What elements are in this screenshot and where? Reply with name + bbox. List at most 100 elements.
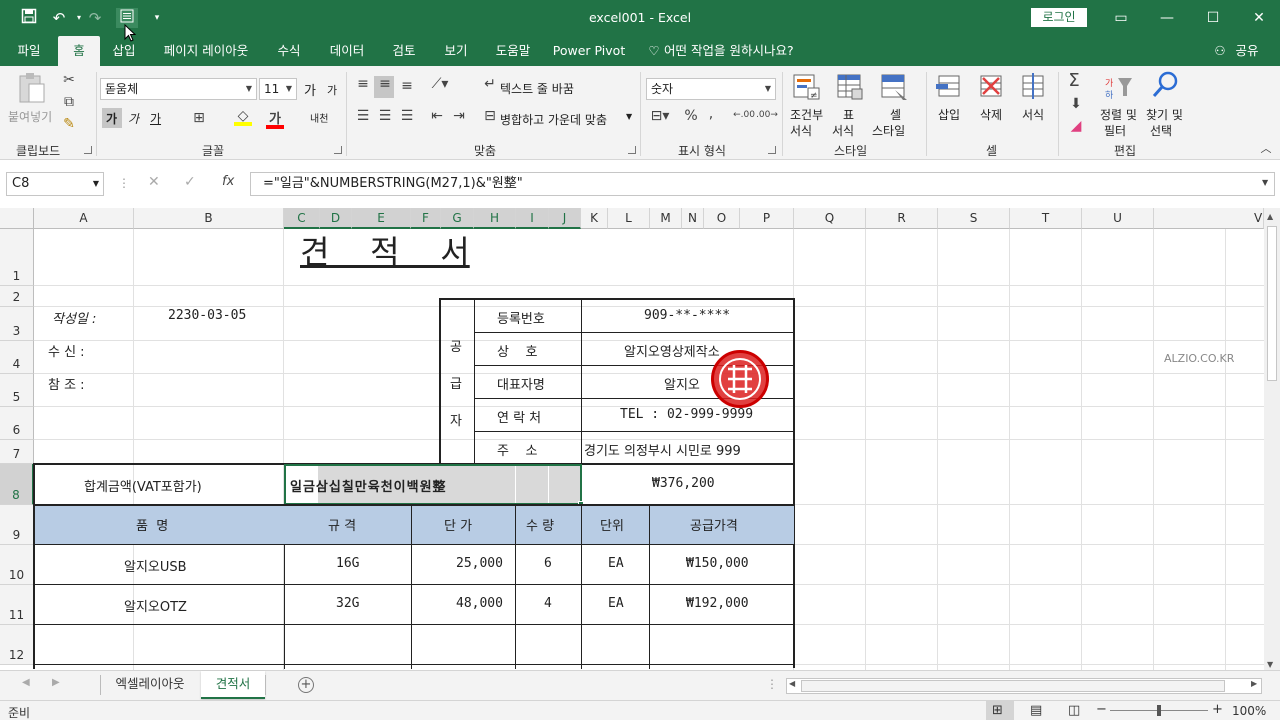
item-qty[interactable]: 6: [544, 556, 552, 571]
row-header[interactable]: 12: [0, 625, 34, 665]
column-header[interactable]: F: [411, 208, 441, 229]
increase-indent-icon[interactable]: ⇥: [450, 108, 468, 124]
row-header[interactable]: 11: [0, 585, 34, 625]
tab-review[interactable]: 검토: [384, 36, 424, 66]
column-header[interactable]: N: [682, 208, 704, 229]
tab-formulas[interactable]: 수식: [268, 36, 310, 66]
column-header[interactable]: U: [1082, 208, 1154, 229]
item-name[interactable]: 알지오USB: [124, 556, 187, 575]
shrink-font-button[interactable]: 가: [327, 82, 337, 98]
column-header[interactable]: G: [441, 208, 474, 229]
tab-view[interactable]: 보기: [436, 36, 476, 66]
scroll-up-icon[interactable]: ▲: [1267, 212, 1273, 221]
item-spec[interactable]: 32G: [336, 596, 359, 611]
total-korean-value[interactable]: 일금삼십칠만육천이백원整: [290, 476, 447, 495]
date-value[interactable]: 2230-03-05: [168, 308, 246, 323]
find-select-icon[interactable]: [1148, 70, 1182, 104]
cancel-icon[interactable]: ✕: [148, 174, 160, 190]
tab-page-layout[interactable]: 페이지 레이아웃: [156, 36, 256, 66]
border-icon[interactable]: ⊞: [190, 110, 208, 126]
maximize-icon[interactable]: ☐: [1190, 0, 1236, 36]
normal-view-icon[interactable]: ⊞: [992, 703, 1003, 718]
align-center-icon[interactable]: ☰: [376, 108, 394, 124]
table-header[interactable]: 단위: [600, 515, 624, 534]
info-label[interactable]: 상 호: [497, 341, 537, 360]
quote-title[interactable]: 견 적 서: [300, 232, 470, 272]
item-spec[interactable]: 16G: [336, 556, 359, 571]
row-header[interactable]: 6: [0, 407, 34, 440]
clipboard-launcher-icon[interactable]: [84, 146, 92, 154]
align-middle-icon[interactable]: ≡: [376, 76, 394, 92]
add-sheet-icon[interactable]: +: [298, 677, 314, 693]
align-top-icon[interactable]: ≡: [354, 76, 372, 92]
item-unit[interactable]: EA: [608, 556, 624, 571]
collapse-ribbon-icon[interactable]: ︿: [1258, 140, 1274, 156]
info-label[interactable]: 대표자명: [497, 374, 545, 393]
merge-center-button[interactable]: 병합하고 가운데 맞춤: [500, 111, 607, 128]
enter-icon[interactable]: ✓: [184, 174, 196, 190]
paste-icon[interactable]: [14, 72, 50, 108]
align-left-icon[interactable]: ☰: [354, 108, 372, 124]
zoom-in-icon[interactable]: +: [1212, 702, 1223, 717]
conditional-format-label[interactable]: 조건부: [790, 106, 823, 123]
orientation-icon[interactable]: ⟋▾: [428, 76, 452, 92]
ribbon-display-icon[interactable]: ▭: [1098, 0, 1144, 36]
row-header[interactable]: 1: [0, 229, 34, 286]
info-value[interactable]: 알지오영상제작소: [624, 341, 720, 360]
row-header[interactable]: 2: [0, 286, 34, 307]
paste-label[interactable]: 붙여넣기: [8, 108, 52, 125]
cell-styles-label[interactable]: 셀: [890, 106, 901, 123]
item-unit[interactable]: EA: [608, 596, 624, 611]
format-as-table-icon[interactable]: [834, 72, 866, 106]
column-header[interactable]: H: [474, 208, 516, 229]
page-break-view-icon[interactable]: ◫: [1068, 703, 1080, 718]
delete-cells-label[interactable]: 삭제: [980, 106, 1002, 123]
info-value[interactable]: 알지오: [664, 374, 700, 393]
insert-function-icon[interactable]: fx: [222, 174, 234, 189]
table-header[interactable]: 단 가: [444, 515, 472, 534]
underline-button[interactable]: 가: [150, 110, 161, 127]
number-format-select[interactable]: 숫자 ▼: [646, 78, 776, 100]
column-header[interactable]: I: [516, 208, 549, 229]
scroll-left-icon[interactable]: ◀: [789, 679, 795, 688]
column-header[interactable]: A: [34, 208, 134, 229]
font-size-select[interactable]: 11 ▼: [259, 78, 297, 100]
page-layout-view-icon[interactable]: ▤: [1030, 703, 1042, 718]
tab-file[interactable]: 파일: [8, 36, 50, 66]
sheet-tab-quote[interactable]: 견적서: [201, 671, 265, 699]
chevron-down-icon[interactable]: ▼: [626, 112, 632, 121]
sort-filter-icon[interactable]: 가하: [1102, 74, 1136, 104]
item-amount[interactable]: ₩150,000: [686, 556, 749, 571]
conditional-format-label-2[interactable]: 서식: [790, 122, 812, 139]
sort-filter-label[interactable]: 정렬 및: [1100, 106, 1137, 123]
alignment-launcher-icon[interactable]: [628, 146, 636, 154]
font-launcher-icon[interactable]: [334, 146, 342, 154]
formula-input[interactable]: ="일금"&NUMBERSTRING(M27,1)&"원整": [250, 172, 1275, 196]
fill-icon[interactable]: ⬇: [1066, 96, 1086, 112]
cut-icon[interactable]: ✂: [60, 72, 78, 88]
minimize-icon[interactable]: —: [1144, 0, 1190, 36]
decrease-decimal-icon[interactable]: .00→: [756, 110, 778, 120]
format-as-table-label-2[interactable]: 서식: [832, 122, 854, 139]
share-button[interactable]: 공유: [1230, 36, 1264, 66]
column-header[interactable]: Q: [794, 208, 866, 229]
undo-icon[interactable]: ↶: [48, 8, 70, 28]
column-header[interactable]: R: [866, 208, 938, 229]
row-header[interactable]: 10: [0, 545, 34, 585]
conditional-format-icon[interactable]: ≠: [790, 72, 822, 106]
wrap-text-button[interactable]: 텍스트 줄 바꿈: [500, 80, 574, 97]
cell-styles-label-2[interactable]: 스타일: [872, 122, 905, 139]
item-price[interactable]: 25,000: [456, 556, 503, 571]
date-label[interactable]: 작성일 :: [52, 308, 96, 327]
row-header[interactable]: 9: [0, 505, 34, 545]
clear-icon[interactable]: ◢: [1066, 118, 1086, 134]
italic-button[interactable]: 가: [128, 110, 139, 127]
item-qty[interactable]: 4: [544, 596, 552, 611]
font-name-select[interactable]: 돋움체 ▼: [100, 78, 257, 100]
expand-formula-icon[interactable]: ▼: [1262, 178, 1268, 187]
row-header-selected[interactable]: 8: [0, 464, 34, 505]
zoom-out-icon[interactable]: −: [1096, 702, 1107, 717]
table-header[interactable]: 규 격: [328, 515, 356, 534]
column-header[interactable]: P: [740, 208, 794, 229]
format-painter-icon[interactable]: ✎: [60, 116, 78, 132]
